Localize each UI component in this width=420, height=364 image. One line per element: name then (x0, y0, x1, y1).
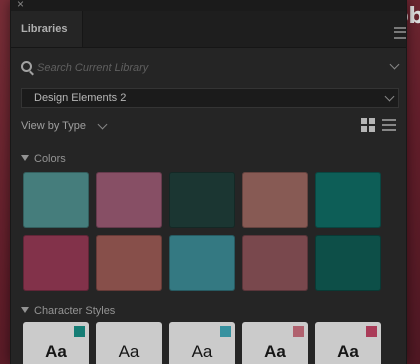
library-dropdown-value: Design Elements 2 (34, 92, 127, 104)
color-chip-icon (74, 326, 85, 337)
colors-section-title: Colors (34, 153, 66, 165)
character-style-sample: Aa (337, 342, 359, 361)
character-style-sample: Aa (191, 342, 213, 361)
character-styles-section-title: Character Styles (34, 305, 116, 317)
panel-tab-row: Libraries (11, 11, 406, 48)
color-chip-icon (293, 326, 304, 337)
search-icon (21, 61, 32, 72)
library-dropdown[interactable]: Design Elements 2 (21, 88, 399, 108)
color-chip-icon (366, 326, 377, 337)
chevron-down-icon (384, 91, 395, 102)
grid-view-icon[interactable] (361, 118, 375, 132)
character-style-tile[interactable]: Aa (96, 322, 162, 364)
collapse-triangle-icon (21, 307, 29, 313)
character-style-tile[interactable]: Aa (169, 322, 235, 364)
color-swatch[interactable] (96, 172, 162, 228)
character-style-sample: Aa (264, 342, 286, 361)
search-input[interactable] (37, 59, 377, 77)
color-swatch[interactable] (169, 235, 235, 291)
character-style-tile[interactable]: Aa (242, 322, 308, 364)
character-style-sample: Aa (45, 342, 67, 361)
list-view-icon[interactable] (382, 118, 396, 132)
chevron-down-icon (97, 119, 108, 130)
color-swatch[interactable] (96, 235, 162, 291)
chevron-down-icon[interactable] (389, 59, 400, 70)
panel-title-bar[interactable]: × (11, 0, 406, 11)
colors-section-header[interactable]: Colors (21, 152, 66, 166)
color-swatch[interactable] (23, 172, 89, 228)
desktop-background: Adobe × Libraries Design Elements 2 View… (0, 0, 420, 364)
color-chip-icon (220, 326, 231, 337)
libraries-panel: × Libraries Design Elements 2 View by Ty… (10, 0, 407, 364)
character-styles-section-header[interactable]: Character Styles (21, 304, 115, 318)
character-style-tile[interactable]: Aa (23, 322, 89, 364)
color-swatch[interactable] (242, 172, 308, 228)
color-swatch[interactable] (169, 172, 235, 228)
hamburger-menu-icon[interactable] (394, 27, 406, 39)
view-by-label: View by Type (21, 120, 87, 132)
character-style-sample: Aa (118, 342, 140, 361)
tab-libraries[interactable]: Libraries (11, 11, 83, 47)
character-style-tile[interactable]: Aa (315, 322, 381, 364)
close-icon[interactable]: × (17, 0, 24, 11)
color-swatch[interactable] (23, 235, 89, 291)
color-swatch[interactable] (315, 172, 381, 228)
view-by-type-dropdown[interactable]: View by Type (21, 118, 108, 134)
collapse-triangle-icon (21, 155, 29, 161)
color-swatch[interactable] (315, 235, 381, 291)
search-bar (21, 57, 400, 79)
color-swatch[interactable] (242, 235, 308, 291)
